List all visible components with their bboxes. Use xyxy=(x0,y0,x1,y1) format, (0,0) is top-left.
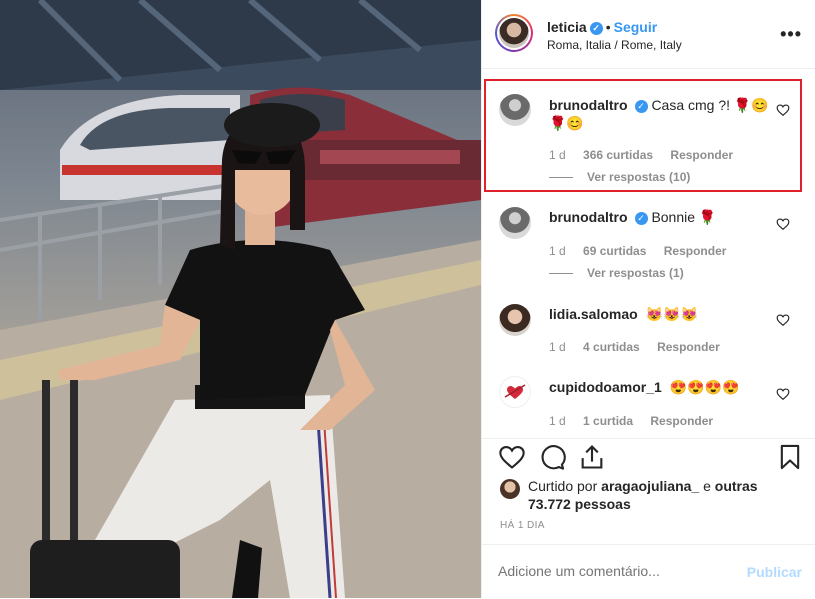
like-heart-icon[interactable] xyxy=(498,443,526,471)
follow-button[interactable]: Seguir xyxy=(614,19,658,35)
author-username[interactable]: leticia xyxy=(547,19,587,35)
more-options-icon[interactable]: ••• xyxy=(780,24,802,45)
comment-body: cupidodoamor_1 😍😍😍😍 xyxy=(549,378,769,396)
share-icon[interactable] xyxy=(578,443,606,471)
reply-button[interactable]: Responder xyxy=(664,244,727,258)
post-comment-button[interactable]: Publicar xyxy=(747,564,802,580)
comment-time[interactable]: 1 d xyxy=(549,414,566,428)
comment-text: Bonnie 🌹 xyxy=(651,209,717,225)
view-replies-label: Ver respostas (1) xyxy=(587,266,684,280)
avatar-image xyxy=(499,18,529,48)
comment-meta: 1 d 4 curtidas Responder xyxy=(549,340,734,354)
reply-button[interactable]: Responder xyxy=(657,340,720,354)
comment-username[interactable]: lidia.salomao xyxy=(549,306,638,322)
photo-illustration xyxy=(0,0,481,598)
commenter-avatar[interactable] xyxy=(499,376,531,408)
comment-likes[interactable]: 4 curtidas xyxy=(583,340,640,354)
comment-text: 😻😻😻 xyxy=(645,306,698,322)
bookmark-icon[interactable] xyxy=(776,443,804,471)
comment-bubble-icon[interactable] xyxy=(538,443,566,471)
post-location[interactable]: Roma, Italia / Rome, Italy xyxy=(547,38,682,52)
comment-likes[interactable]: 1 curtida xyxy=(583,414,633,428)
commenter-avatar[interactable] xyxy=(499,304,531,336)
comment-time[interactable]: 1 d xyxy=(549,244,566,258)
view-replies-button[interactable]: Ver respostas (1) xyxy=(549,266,684,280)
liked-by-middle: e xyxy=(703,478,711,494)
comment-likes[interactable]: 69 curtidas xyxy=(583,244,646,258)
verified-icon: ✓ xyxy=(589,22,603,35)
liked-by-user[interactable]: aragaojuliana_ xyxy=(601,478,699,494)
comment-like-heart-icon[interactable] xyxy=(776,387,790,401)
liked-by-prefix: Curtido por xyxy=(528,478,598,494)
comment-meta: 1 d 69 curtidas Responder xyxy=(549,244,740,258)
separator-dot: • xyxy=(605,19,611,35)
comment-username[interactable]: cupidodoamor_1 xyxy=(549,379,662,395)
comment-body: lidia.salomao 😻😻😻 xyxy=(549,305,769,323)
highlight-box xyxy=(484,79,802,192)
comment-text: 😍😍😍😍 xyxy=(669,379,740,395)
comment-body: brunodaltro ✓ Bonnie 🌹 xyxy=(549,208,769,226)
comment-like-heart-icon[interactable] xyxy=(776,313,790,327)
cupid-icon xyxy=(504,384,526,399)
comment-like-heart-icon[interactable] xyxy=(776,217,790,231)
liked-by: Curtido por aragaojuliana_ e outras 73.7… xyxy=(528,477,798,513)
replies-line xyxy=(549,273,573,275)
commenter-avatar[interactable] xyxy=(499,207,531,239)
post-header: leticia ✓ • Seguir Roma, Italia / Rome, Ita… xyxy=(482,0,815,69)
author-avatar[interactable] xyxy=(495,14,533,52)
post-date[interactable]: HÁ 1 DIA xyxy=(500,520,545,531)
comment-username[interactable]: brunodaltro xyxy=(549,209,628,225)
comment-meta: 1 d 1 curtida Responder xyxy=(549,414,727,428)
verified-icon: ✓ xyxy=(634,212,648,225)
add-comment-bar: Publicar xyxy=(482,544,815,599)
reply-button[interactable]: Responder xyxy=(650,414,713,428)
comment-time[interactable]: 1 d xyxy=(549,340,566,354)
liker-avatar[interactable] xyxy=(500,479,520,499)
comment-input[interactable] xyxy=(498,563,718,579)
author-line: leticia ✓ • Seguir xyxy=(547,19,657,35)
post-photo[interactable] xyxy=(0,0,481,598)
